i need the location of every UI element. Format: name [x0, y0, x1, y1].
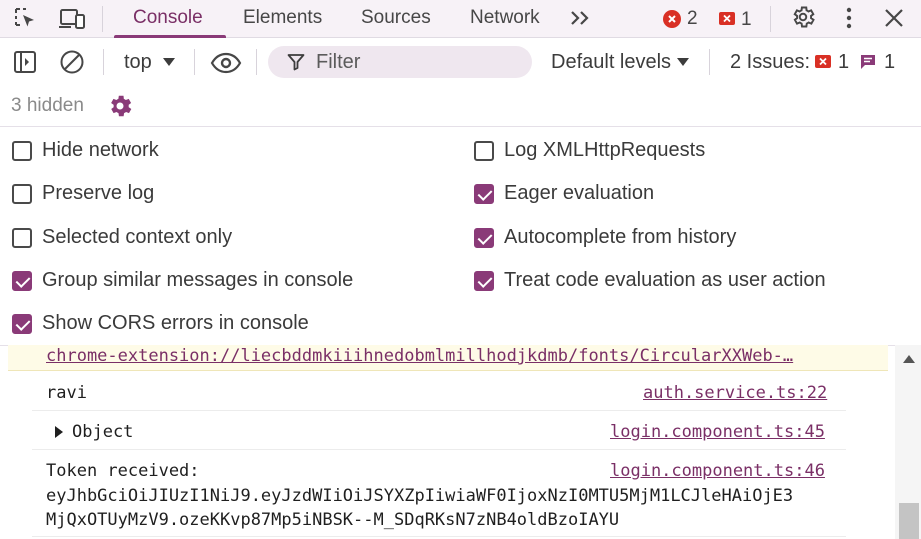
- tab-elements[interactable]: Elements: [243, 0, 322, 38]
- close-icon[interactable]: [883, 7, 905, 29]
- autocomplete-history-label: Autocomplete from history: [504, 226, 737, 248]
- show-cors-label: Show CORS errors in console: [42, 312, 309, 334]
- settings-gear-icon[interactable]: [790, 4, 816, 30]
- issues-error-count[interactable]: 1: [838, 51, 849, 74]
- log-levels-dropdown[interactable]: Default levels: [551, 51, 671, 74]
- autocomplete-history-checkbox[interactable]: [474, 228, 494, 248]
- tabbar-divider: [770, 6, 771, 32]
- levels-dropdown-icon[interactable]: [676, 57, 690, 67]
- scroll-up-arrow-icon[interactable]: [902, 354, 916, 364]
- hide-network-checkbox[interactable]: [12, 141, 32, 161]
- issue-info-icon[interactable]: [859, 53, 877, 71]
- more-options-icon[interactable]: [846, 6, 852, 30]
- context-selector[interactable]: top: [124, 51, 152, 74]
- log-source-link[interactable]: login.component.ts:46: [610, 461, 825, 481]
- expand-triangle-icon[interactable]: [54, 426, 64, 438]
- issues-label[interactable]: 2 Issues:: [730, 51, 810, 74]
- toolbar-divider: [709, 49, 710, 75]
- issue-flag-icon[interactable]: [719, 12, 735, 25]
- issues-info-count[interactable]: 1: [884, 51, 895, 74]
- inspect-element-icon[interactable]: [14, 7, 38, 31]
- sidebar-toggle-icon[interactable]: [13, 50, 37, 74]
- log-source-link[interactable]: login.component.ts:45: [610, 422, 825, 442]
- hidden-count: 3 hidden: [11, 95, 84, 116]
- scrollbar-thumb[interactable]: [899, 503, 919, 539]
- row-divider: [32, 536, 846, 537]
- row-divider: [32, 410, 846, 411]
- log-source-link[interactable]: auth.service.ts:22: [643, 383, 827, 403]
- device-toolbar-icon[interactable]: [58, 7, 86, 31]
- token-line-2: MjQxOTUyMzV9.ozeKKvp87Mp5iNBSK--M_SDqRKs…: [46, 510, 620, 530]
- user-action-checkbox[interactable]: [474, 271, 494, 291]
- token-line-1: eyJhbGciOiJIUzI1NiJ9.eyJzdWIiOiJSYXZpIiw…: [46, 486, 794, 506]
- log-message-text: Token received:: [46, 461, 200, 481]
- toolbar-divider: [103, 49, 104, 75]
- clear-console-icon[interactable]: [59, 49, 85, 75]
- warning-url-link[interactable]: chrome-extension://liecbddmkiiihnedobmlm…: [46, 346, 793, 366]
- error-count-icon[interactable]: [663, 10, 681, 28]
- object-preview[interactable]: Object: [72, 422, 133, 442]
- tabbar-divider: [102, 6, 103, 32]
- filter-placeholder: Filter: [316, 51, 361, 73]
- selected-context-checkbox[interactable]: [12, 228, 32, 248]
- issue-error-flag-icon[interactable]: [815, 55, 831, 68]
- filter-input[interactable]: [268, 46, 532, 78]
- error-count[interactable]: 2: [687, 8, 698, 30]
- selected-context-label: Selected context only: [42, 226, 233, 248]
- user-action-label: Treat code evaluation as user action: [504, 269, 826, 291]
- toolbar-divider: [256, 49, 257, 75]
- eager-evaluation-checkbox[interactable]: [474, 184, 494, 204]
- active-tab-indicator: [114, 35, 226, 38]
- hide-network-label: Hide network: [42, 139, 159, 161]
- issue-count[interactable]: 1: [741, 9, 752, 31]
- context-dropdown-icon[interactable]: [162, 57, 176, 67]
- more-tabs-chevron-icon[interactable]: [569, 8, 591, 28]
- preserve-log-checkbox[interactable]: [12, 184, 32, 204]
- group-similar-label: Group similar messages in console: [42, 269, 354, 291]
- preserve-log-label: Preserve log: [42, 182, 155, 204]
- live-expression-eye-icon[interactable]: [210, 52, 242, 74]
- log-xhr-label: Log XMLHttpRequests: [504, 139, 706, 161]
- tab-console[interactable]: Console: [133, 0, 203, 38]
- log-message-text: ravi: [46, 383, 87, 403]
- tab-network[interactable]: Network: [470, 0, 540, 38]
- tab-sources[interactable]: Sources: [361, 0, 431, 38]
- row-divider: [32, 449, 846, 450]
- filter-funnel-icon: [287, 53, 305, 71]
- group-similar-checkbox[interactable]: [12, 271, 32, 291]
- toolbar-divider: [194, 49, 195, 75]
- hidden-messages-row: [0, 85, 921, 127]
- show-cors-checkbox[interactable]: [12, 314, 32, 334]
- log-xhr-checkbox[interactable]: [474, 141, 494, 161]
- eager-evaluation-label: Eager evaluation: [504, 182, 655, 204]
- console-settings-gear-icon[interactable]: [106, 92, 134, 120]
